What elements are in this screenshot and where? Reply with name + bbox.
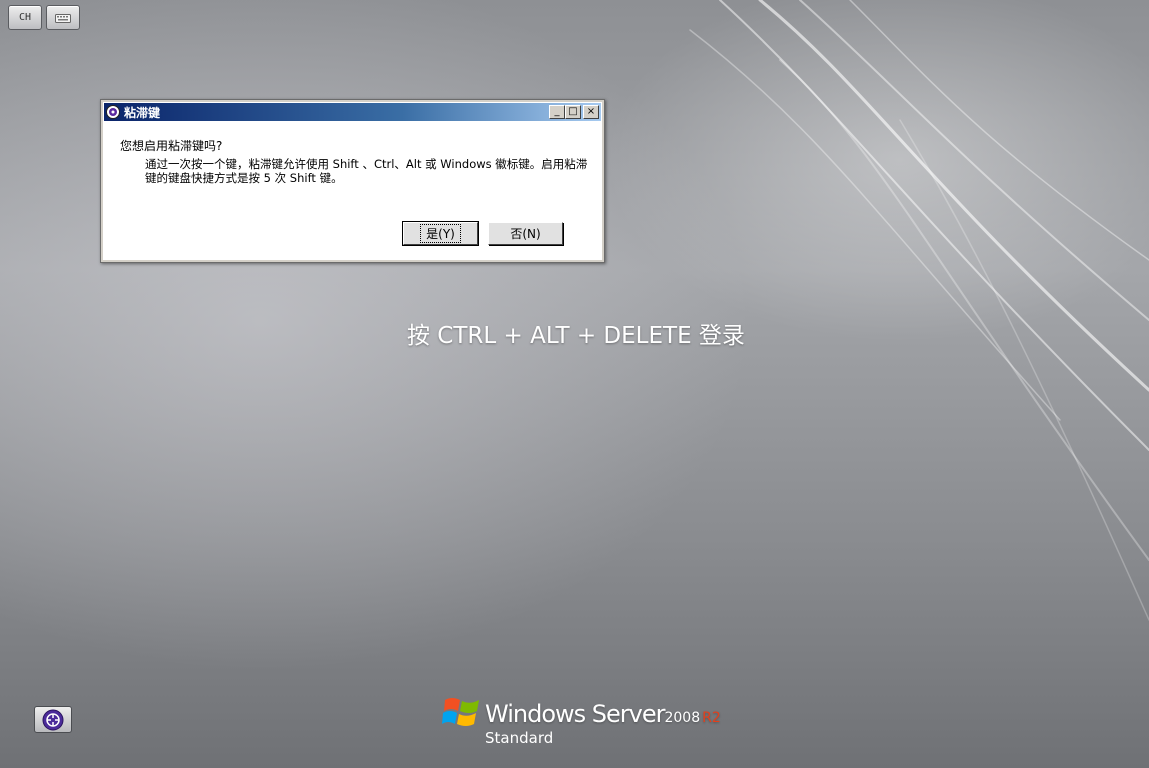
dialog-title: 粘滞键 bbox=[124, 105, 161, 120]
ease-of-access-icon bbox=[42, 709, 64, 730]
product-version: 2008 bbox=[664, 710, 701, 726]
dialog-description: 通过一次按一个键，粘滞键允许使用 Shift 、Ctrl、Alt 或 Windo… bbox=[145, 157, 588, 185]
product-name: Windows Server bbox=[485, 700, 665, 728]
windows-branding: Windows Server2008 R2 Standard bbox=[442, 694, 722, 754]
yes-button[interactable]: 是(Y) bbox=[402, 221, 479, 246]
no-button-label: 否(N) bbox=[510, 227, 541, 241]
sticky-keys-dialog: 粘滞键 _ □ × 您想启用粘滞键吗? 通过一次按一个键，粘滞键允许使用 Shi… bbox=[100, 99, 605, 263]
close-button[interactable]: × bbox=[583, 105, 599, 119]
product-edition: Standard bbox=[485, 729, 554, 747]
language-button[interactable]: CH bbox=[8, 5, 42, 30]
no-button[interactable]: 否(N) bbox=[488, 222, 563, 245]
ease-of-access-button[interactable] bbox=[34, 706, 72, 733]
keyboard-icon bbox=[55, 13, 71, 23]
windows-flag-logo bbox=[442, 698, 479, 726]
yes-button-label: 是(Y) bbox=[420, 224, 461, 243]
ease-of-access-icon bbox=[106, 105, 120, 119]
on-screen-keyboard-button[interactable] bbox=[46, 5, 80, 30]
dialog-titlebar[interactable]: 粘滞键 _ □ × bbox=[104, 103, 601, 121]
login-prompt: 按 CTRL + ALT + DELETE 登录 bbox=[407, 323, 745, 349]
maximize-button[interactable]: □ bbox=[565, 105, 581, 119]
minimize-button[interactable]: _ bbox=[549, 105, 565, 119]
product-release: R2 bbox=[702, 710, 721, 726]
dialog-question: 您想启用粘滞键吗? bbox=[120, 139, 223, 153]
language-label: CH bbox=[18, 12, 32, 23]
